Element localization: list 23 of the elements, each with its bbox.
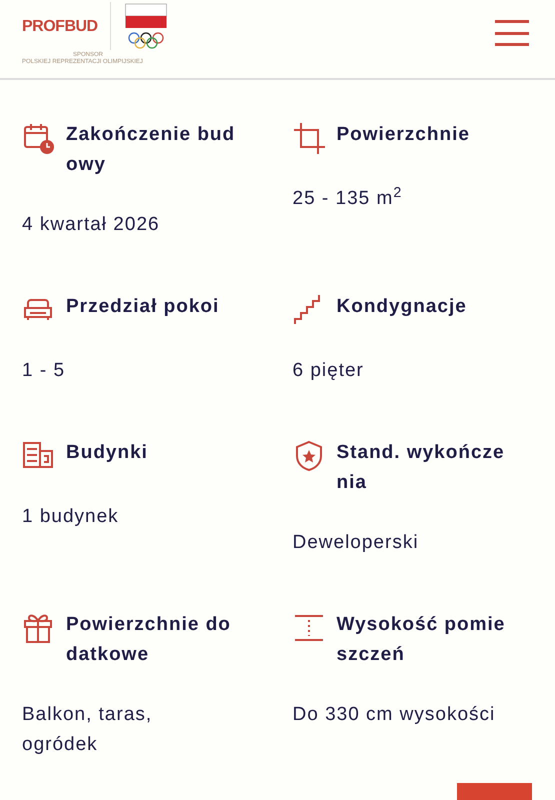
- feature-title: Powierzchnie dodatkowe: [66, 613, 232, 667]
- height-icon: [292, 612, 324, 644]
- feature-value: 25 - 135 m$^{2}$: [292, 184, 404, 211]
- feature-title: Kondygnacje: [336, 295, 468, 319]
- calendar-clock-icon: [22, 122, 54, 154]
- gift-icon: [22, 612, 54, 644]
- menu-icon[interactable]: [495, 20, 529, 46]
- logo-text: PROFBUD: [22, 18, 98, 36]
- crop-icon: [292, 122, 324, 154]
- flag-rings-logo: [124, 2, 167, 50]
- feature-value: Deweloperski: [292, 531, 420, 555]
- feature-value: 4 kwartał 2026: [22, 213, 161, 237]
- feature-title: Przedział pokoi: [66, 295, 220, 319]
- feature-value: Balkon, taras, ogródek: [22, 703, 154, 757]
- feature-title: Wysokość pomieszczeń: [336, 613, 506, 667]
- feature-value: Do 330 cm wysokości: [292, 703, 496, 727]
- feature-title: Stand. wykończenia: [336, 441, 506, 495]
- feature-title: Zakończenie budowy: [66, 123, 236, 177]
- feature-value: 6 pięter: [292, 359, 365, 383]
- feature-title: Powierzchnie: [336, 123, 471, 147]
- feature-title: Budynki: [66, 441, 149, 465]
- feature-value: 1 - 5: [22, 359, 66, 383]
- feature-value: 1 budynek: [22, 505, 120, 529]
